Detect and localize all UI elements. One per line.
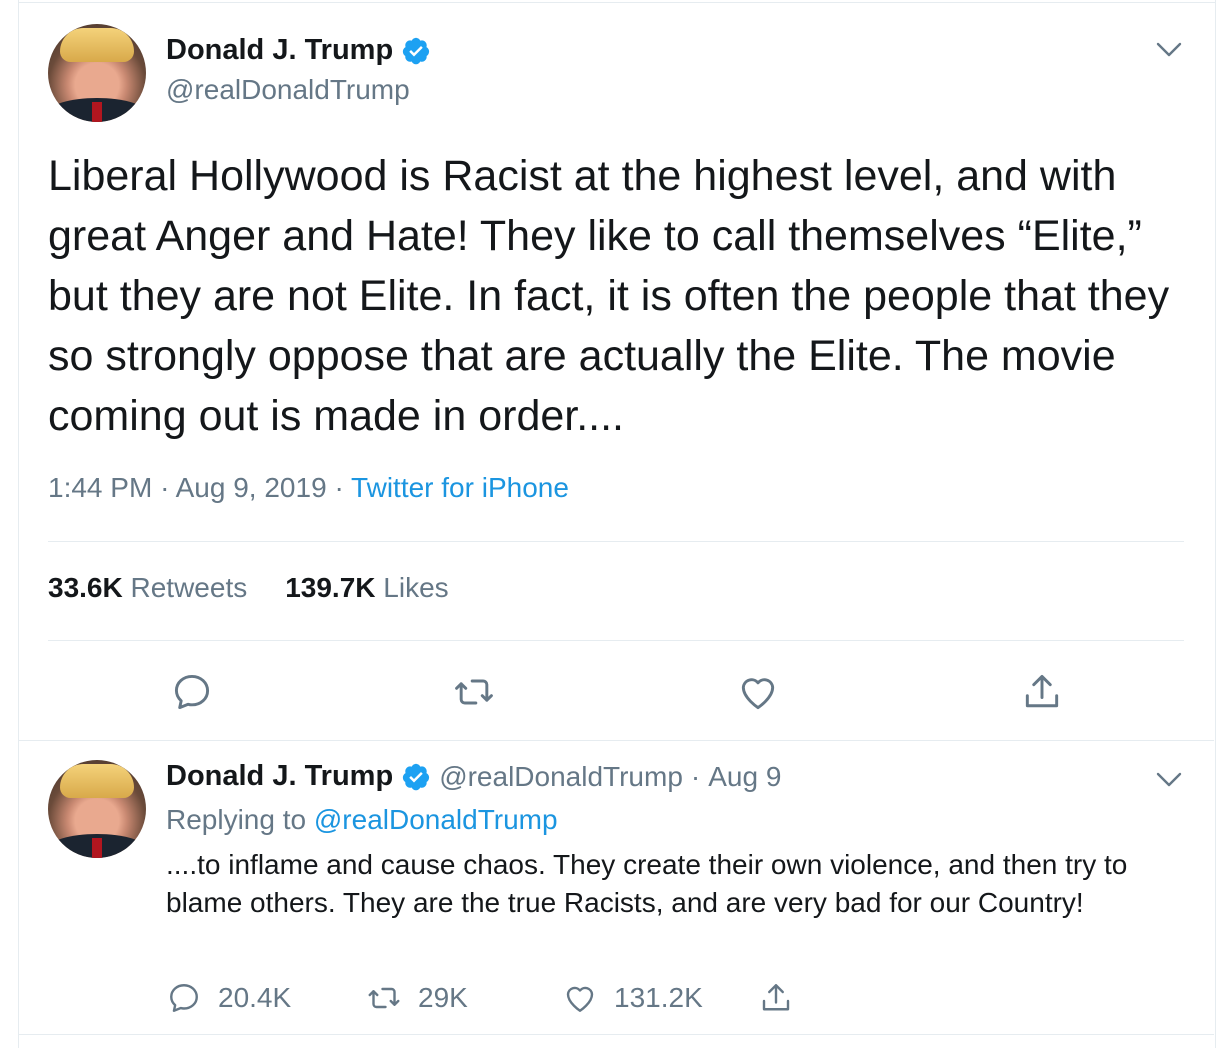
retweet-count: 29K bbox=[418, 982, 468, 1013]
share-icon[interactable] bbox=[758, 980, 794, 1016]
retweet-action[interactable]: 29K bbox=[366, 980, 468, 1016]
tweet-separator bbox=[18, 740, 1214, 741]
like-icon[interactable] bbox=[736, 670, 780, 714]
reply-action[interactable]: 20.4K bbox=[166, 980, 291, 1016]
like-icon[interactable] bbox=[562, 980, 598, 1016]
meta-separator: · bbox=[690, 760, 701, 792]
retweet-icon[interactable] bbox=[366, 980, 402, 1016]
top-border bbox=[19, 2, 1215, 3]
share-action[interactable] bbox=[758, 980, 794, 1016]
retweets-stat[interactable]: 33.6K Retweets bbox=[48, 572, 247, 603]
reply-icon[interactable] bbox=[170, 670, 214, 714]
reply-tweet-text: ....to inflame and cause chaos. They cre… bbox=[166, 849, 1128, 918]
author-handle[interactable]: @realDonaldTrump bbox=[166, 74, 410, 106]
bottom-separator bbox=[18, 1034, 1214, 1035]
chevron-down-icon[interactable] bbox=[1156, 772, 1182, 788]
replying-to: Replying to @realDonaldTrump bbox=[166, 804, 558, 836]
verified-badge-icon bbox=[403, 37, 430, 64]
author-name[interactable]: Donald J. Trump bbox=[166, 34, 393, 67]
divider bbox=[48, 541, 1184, 542]
likes-label: Likes bbox=[383, 572, 449, 603]
like-count: 131.2K bbox=[614, 982, 703, 1013]
divider bbox=[48, 640, 1184, 641]
tweet-meta: 1:44 PM · Aug 9, 2019 · Twitter for iPho… bbox=[48, 472, 569, 504]
tweet-date[interactable]: Aug 9 bbox=[708, 761, 781, 793]
main-tweet-author[interactable]: Donald J. Trump bbox=[166, 34, 431, 67]
avatar[interactable] bbox=[48, 24, 146, 122]
tweet-time[interactable]: 1:44 PM bbox=[48, 472, 152, 503]
reply-count: 20.4K bbox=[218, 982, 292, 1013]
reply-tweet-header: Donald J. Trump @realDonaldTrump · Aug 9 bbox=[166, 760, 781, 793]
reply-icon[interactable] bbox=[166, 980, 202, 1016]
chevron-down-icon[interactable] bbox=[1156, 42, 1182, 58]
author-handle[interactable]: @realDonaldTrump bbox=[439, 761, 683, 793]
meta-separator: · bbox=[160, 472, 170, 503]
like-action[interactable]: 131.2K bbox=[562, 980, 703, 1016]
replying-prefix: Replying to bbox=[166, 804, 307, 835]
tweet-stats: 33.6K Retweets 139.7K Likes bbox=[48, 572, 449, 604]
avatar[interactable] bbox=[48, 760, 146, 858]
tweet-date[interactable]: Aug 9, 2019 bbox=[176, 472, 327, 503]
replying-to-link[interactable]: @realDonaldTrump bbox=[314, 804, 558, 835]
tweet-source-link[interactable]: Twitter for iPhone bbox=[351, 472, 569, 503]
likes-count: 139.7K bbox=[285, 572, 376, 603]
likes-stat[interactable]: 139.7K Likes bbox=[285, 572, 448, 603]
retweets-count: 33.6K bbox=[48, 572, 123, 603]
author-name[interactable]: Donald J. Trump bbox=[166, 760, 393, 793]
tweet-text: Liberal Hollywood is Racist at the highe… bbox=[48, 152, 1170, 440]
retweets-label: Retweets bbox=[130, 572, 248, 603]
share-icon[interactable] bbox=[1020, 670, 1064, 714]
meta-separator: · bbox=[334, 472, 344, 503]
verified-badge-icon bbox=[403, 763, 430, 790]
retweet-icon[interactable] bbox=[452, 670, 496, 714]
